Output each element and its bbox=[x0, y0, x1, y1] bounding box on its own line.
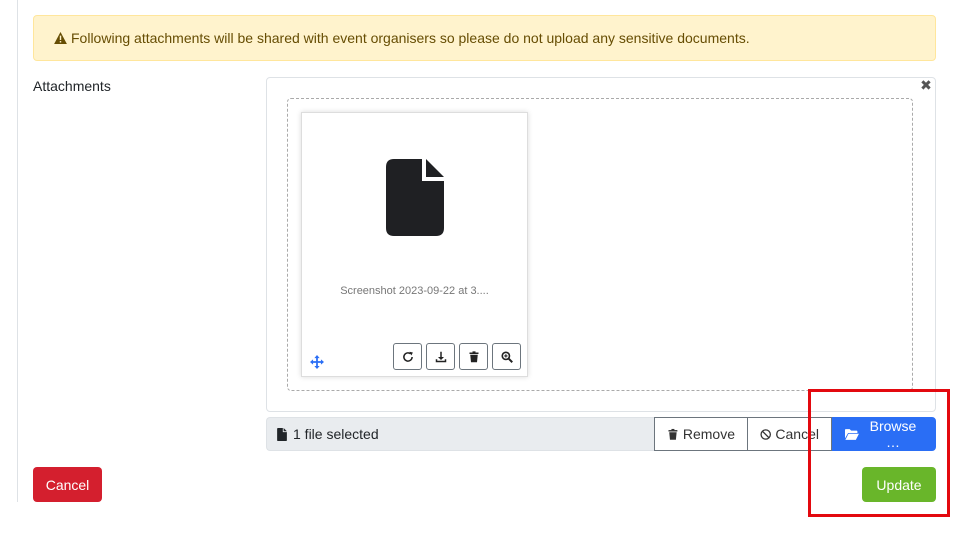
update-button[interactable]: Update bbox=[862, 467, 936, 502]
ban-icon bbox=[760, 428, 771, 440]
file-caption-text: 1 file selected bbox=[293, 426, 379, 442]
download-icon bbox=[435, 351, 446, 362]
trash-icon bbox=[668, 428, 678, 440]
file-caption: 1 file selected bbox=[266, 417, 654, 451]
download-button[interactable] bbox=[426, 343, 455, 370]
cancel-upload-label: Cancel bbox=[775, 426, 819, 442]
zoom-button[interactable] bbox=[492, 343, 521, 370]
file-thumbnail[interactable]: Screenshot 2023-09-22 at 3.... bbox=[301, 112, 528, 377]
cancel-button[interactable]: Cancel bbox=[33, 467, 102, 502]
rotate-button[interactable] bbox=[393, 343, 422, 370]
left-border bbox=[17, 0, 18, 502]
file-icon bbox=[386, 159, 444, 236]
file-name: Screenshot 2023-09-22 at 3.... bbox=[340, 285, 489, 297]
remove-label: Remove bbox=[682, 426, 735, 442]
cancel-upload-button[interactable]: Cancel bbox=[748, 417, 832, 451]
remove-button[interactable]: Remove bbox=[654, 417, 748, 451]
move-arrows-icon[interactable] bbox=[310, 355, 324, 369]
file-preview: ✖ Screenshot 2023-09-22 at 3.... bbox=[266, 77, 936, 412]
folder-open-icon bbox=[845, 428, 859, 440]
rotate-icon bbox=[402, 351, 413, 362]
close-icon[interactable]: ✖ bbox=[919, 78, 933, 92]
warning-triangle-icon bbox=[54, 32, 67, 44]
alert-text: Following attachments will be shared wit… bbox=[71, 30, 750, 46]
browse-label: Browse … bbox=[869, 418, 917, 450]
trash-icon bbox=[469, 350, 478, 362]
zoom-icon bbox=[500, 350, 513, 363]
drop-zone[interactable]: Screenshot 2023-09-22 at 3.... bbox=[287, 98, 913, 391]
file-small-icon bbox=[277, 427, 287, 441]
browse-button[interactable]: Browse … bbox=[832, 417, 936, 451]
attachments-label: Attachments bbox=[33, 78, 111, 94]
file-input-bar: 1 file selected Remove Cancel Browse … bbox=[266, 417, 936, 451]
warning-alert: Following attachments will be shared wit… bbox=[33, 15, 936, 61]
delete-button[interactable] bbox=[459, 343, 488, 370]
